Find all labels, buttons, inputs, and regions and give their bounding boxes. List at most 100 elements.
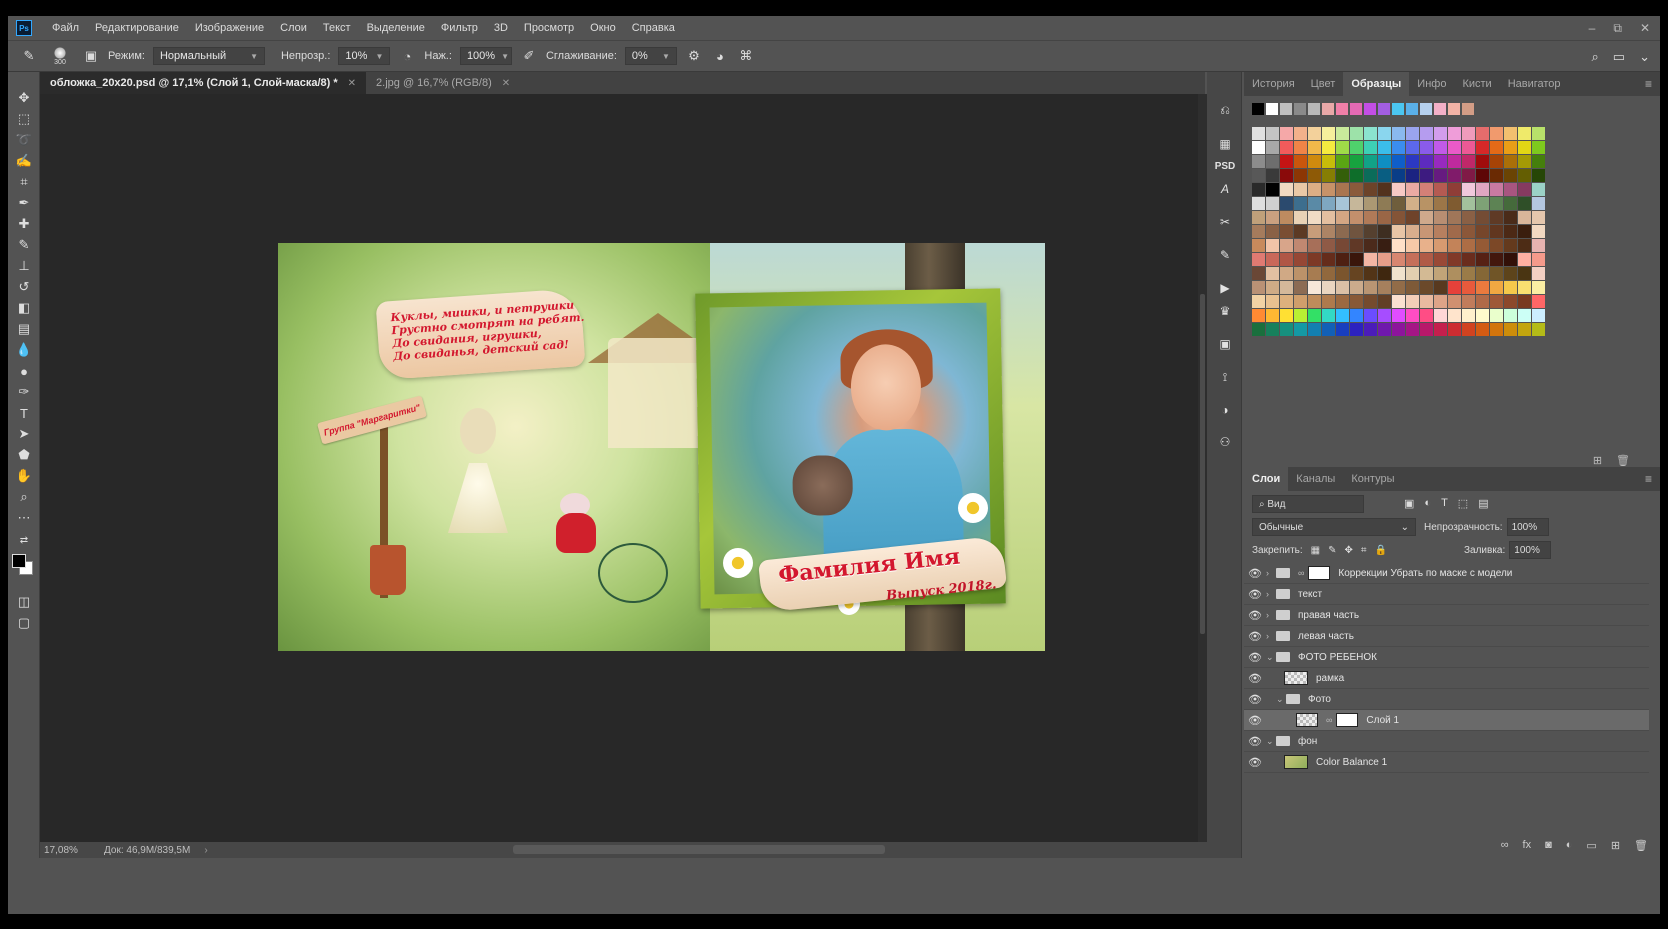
- color-swatch[interactable]: [1518, 323, 1531, 336]
- color-swatch[interactable]: [1434, 239, 1447, 252]
- color-swatch[interactable]: [1350, 323, 1363, 336]
- color-swatch[interactable]: [1378, 309, 1391, 322]
- color-swatch[interactable]: [1490, 211, 1503, 224]
- color-swatch[interactable]: [1476, 197, 1489, 210]
- menu-layers[interactable]: Слои: [272, 16, 315, 40]
- color-swatch[interactable]: [1364, 141, 1377, 154]
- image-icon[interactable]: ▣: [1215, 334, 1235, 354]
- color-swatch[interactable]: [1294, 211, 1307, 224]
- recent-swatch[interactable]: [1420, 103, 1432, 115]
- chevron-right-icon[interactable]: ›: [1266, 568, 1276, 578]
- layer-opacity-field[interactable]: 100%: [1506, 518, 1549, 536]
- tab-swatches[interactable]: Образцы: [1343, 72, 1410, 96]
- color-swatch[interactable]: [1504, 225, 1517, 238]
- eye-icon[interactable]: 👁: [1244, 693, 1266, 706]
- hand-tool-icon[interactable]: ✋: [14, 466, 34, 486]
- lock-transparent-icon[interactable]: ▦: [1311, 545, 1320, 556]
- color-swatch[interactable]: [1252, 295, 1265, 308]
- color-swatch[interactable]: [1434, 267, 1447, 280]
- color-swatch[interactable]: [1266, 239, 1279, 252]
- color-swatch[interactable]: [1350, 155, 1363, 168]
- color-swatch[interactable]: [1350, 267, 1363, 280]
- chevron-down-icon[interactable]: ⌄: [1639, 49, 1650, 65]
- recent-swatch[interactable]: [1448, 103, 1460, 115]
- link-layers-icon[interactable]: ∞: [1501, 839, 1509, 852]
- color-swatch[interactable]: [1364, 211, 1377, 224]
- color-swatch[interactable]: [1420, 239, 1433, 252]
- color-swatch[interactable]: [1322, 155, 1335, 168]
- color-swatch[interactable]: [1266, 295, 1279, 308]
- color-swatch[interactable]: [1364, 169, 1377, 182]
- color-swatch[interactable]: [1378, 197, 1391, 210]
- link-icon[interactable]: ∞: [1326, 715, 1332, 725]
- clone-stamp-tool-icon[interactable]: ⊥: [14, 256, 34, 276]
- trash-icon[interactable]: 🗑: [1616, 454, 1630, 467]
- color-swatch[interactable]: [1406, 127, 1419, 140]
- layer-row[interactable]: 👁 ⌄ ФОТО РЕБЕНОК: [1244, 647, 1649, 668]
- more-tools-icon[interactable]: ⋯: [14, 508, 34, 528]
- menu-edit[interactable]: Редактирование: [87, 16, 187, 40]
- eye-icon[interactable]: 👁: [1244, 672, 1266, 685]
- color-swatch[interactable]: [1406, 183, 1419, 196]
- eye-icon[interactable]: 👁: [1244, 651, 1266, 664]
- color-swatch[interactable]: [1518, 225, 1531, 238]
- color-swatch[interactable]: [1378, 323, 1391, 336]
- color-swatch[interactable]: [1364, 225, 1377, 238]
- color-swatch[interactable]: [1266, 253, 1279, 266]
- color-swatch[interactable]: [1308, 267, 1321, 280]
- color-swatch[interactable]: [1364, 267, 1377, 280]
- filter-adjustment-icon[interactable]: ◐: [1424, 497, 1431, 510]
- foreground-color-swatch[interactable]: [12, 554, 26, 568]
- color-swatch[interactable]: [1448, 197, 1461, 210]
- color-swatch[interactable]: [1448, 239, 1461, 252]
- history-panel-icon[interactable]: ⎌: [1215, 100, 1235, 120]
- color-swatch[interactable]: [1462, 155, 1475, 168]
- color-swatch[interactable]: [1504, 127, 1517, 140]
- color-swatch[interactable]: [1420, 309, 1433, 322]
- color-swatch[interactable]: [1406, 197, 1419, 210]
- color-swatch[interactable]: [1434, 183, 1447, 196]
- type-tool-icon[interactable]: T: [14, 403, 34, 423]
- smoothing-field[interactable]: 0% ▼: [624, 47, 677, 65]
- color-swatch[interactable]: [1448, 155, 1461, 168]
- color-swatch[interactable]: [1280, 323, 1293, 336]
- color-swatch[interactable]: [1266, 141, 1279, 154]
- layer-row[interactable]: 👁 ⌄ фон: [1244, 731, 1649, 752]
- layer-row[interactable]: 👁 › ∞ Коррекции Убрать по маске с модели: [1244, 563, 1649, 584]
- color-swatch[interactable]: [1406, 169, 1419, 182]
- recent-swatch[interactable]: [1350, 103, 1362, 115]
- document-canvas[interactable]: Куклы, мишки, и петрушки Грустно смотрят…: [40, 94, 1198, 842]
- color-swatch[interactable]: [1476, 281, 1489, 294]
- color-swatch[interactable]: [1532, 127, 1545, 140]
- color-swatch[interactable]: [1392, 155, 1405, 168]
- healing-brush-tool-icon[interactable]: ✚: [14, 214, 34, 234]
- recent-swatch[interactable]: [1252, 103, 1264, 115]
- color-swatch[interactable]: [1280, 183, 1293, 196]
- color-swatch[interactable]: [1504, 183, 1517, 196]
- color-swatch[interactable]: [1420, 295, 1433, 308]
- tools-icon[interactable]: ✂: [1215, 212, 1235, 232]
- color-swatch[interactable]: [1252, 197, 1265, 210]
- color-swatch[interactable]: [1476, 309, 1489, 322]
- close-icon[interactable]: ✕: [502, 78, 510, 89]
- eye-icon[interactable]: 👁: [1244, 714, 1266, 727]
- tab-layers[interactable]: Слои: [1244, 467, 1289, 491]
- color-swatch[interactable]: [1266, 267, 1279, 280]
- color-swatch[interactable]: [1252, 225, 1265, 238]
- filter-smart-icon[interactable]: ▤: [1478, 497, 1488, 510]
- color-swatch[interactable]: [1336, 323, 1349, 336]
- color-swatch[interactable]: [1448, 183, 1461, 196]
- color-swatch[interactable]: [1322, 295, 1335, 308]
- color-swatch[interactable]: [1406, 239, 1419, 252]
- color-swatch[interactable]: [1504, 141, 1517, 154]
- color-swatch[interactable]: [1350, 141, 1363, 154]
- color-swatch[interactable]: [1476, 225, 1489, 238]
- color-swatch[interactable]: [1350, 127, 1363, 140]
- recent-swatch[interactable]: [1294, 103, 1306, 115]
- color-swatch[interactable]: [1518, 267, 1531, 280]
- color-swatch[interactable]: [1392, 253, 1405, 266]
- layer-row[interactable]: 👁 рамка: [1244, 668, 1649, 689]
- recent-swatch[interactable]: [1364, 103, 1376, 115]
- color-swatch[interactable]: [1252, 155, 1265, 168]
- color-swatch[interactable]: [1322, 323, 1335, 336]
